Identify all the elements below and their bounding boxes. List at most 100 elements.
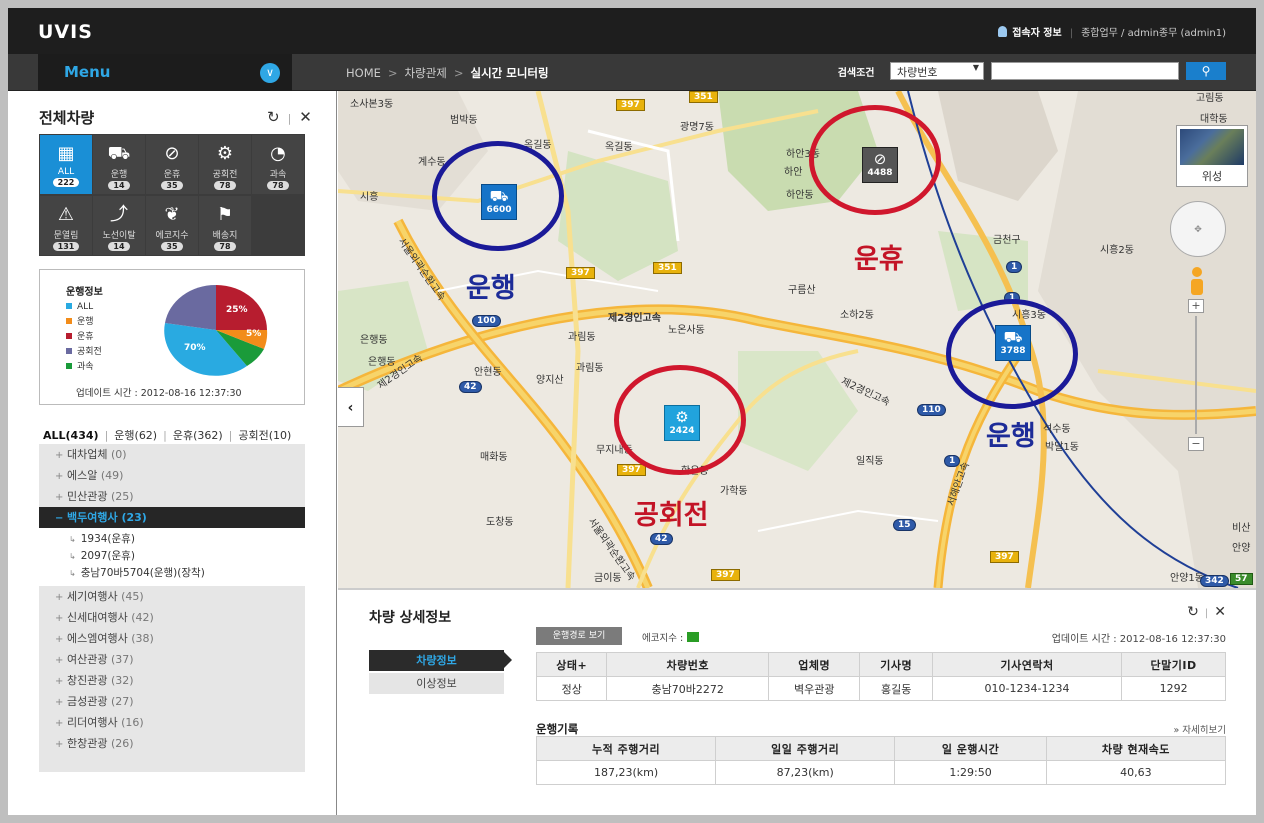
- refresh-icon[interactable]: ↻: [267, 108, 280, 126]
- nav-bar: Menu ∨ HOME > 차량관제 > 실시간 모니터링 검색조건 차량번호 ▼ ⚲: [8, 54, 1256, 91]
- tree-item[interactable]: + 한창관광 (26): [39, 733, 305, 754]
- vehicle-marker[interactable]: ⛟ 3788: [995, 325, 1031, 361]
- close-icon[interactable]: ✕: [299, 108, 312, 126]
- road-number-badge: 397: [711, 569, 740, 581]
- tree-item[interactable]: + 창진관광 (32): [39, 670, 305, 691]
- place-label: 시흥2동: [1100, 245, 1134, 256]
- filter-all[interactable]: ALL(434): [43, 429, 99, 442]
- close-icon[interactable]: ✕: [1214, 604, 1226, 620]
- app-logo[interactable]: UVIS: [38, 21, 93, 43]
- road-number-badge: 42: [459, 381, 482, 393]
- zoom-slider[interactable]: [1195, 316, 1197, 434]
- car-icon: ⛟: [107, 143, 131, 164]
- table-cell: 87,23(km): [715, 760, 896, 785]
- detour-icon: ⤴: [110, 204, 128, 225]
- category-running[interactable]: ⛟ 운행 14: [93, 135, 145, 194]
- vehicle-item[interactable]: ↳ 2097(운휴): [39, 548, 305, 565]
- pie-update-time: 업데이트 시간 : 2012-08-16 12:37:30: [76, 388, 242, 399]
- vehicle-detail-panel: 차량 상세정보 ↻ | ✕ 운행경로 보기 에코지수 : 업데이트 시간 : 201…: [338, 588, 1256, 815]
- column-header[interactable]: 상태+: [535, 652, 608, 677]
- tree-item[interactable]: + 민산관광 (25): [39, 486, 305, 507]
- satellite-thumbnail: [1180, 129, 1244, 165]
- vehicle-marker[interactable]: ⚙ 2424: [664, 405, 700, 441]
- search-input[interactable]: [990, 62, 1179, 80]
- category-door-open[interactable]: ⚠ 문열림 131: [40, 196, 92, 255]
- place-label: 일직동: [856, 456, 884, 467]
- route-view-button[interactable]: 운행경로 보기: [536, 627, 622, 645]
- grid-icon: ▦: [57, 143, 75, 164]
- menu-button[interactable]: Menu ∨: [38, 54, 292, 91]
- tree-item[interactable]: + 여산관광 (37): [39, 649, 305, 670]
- refresh-icon[interactable]: ↻: [1187, 604, 1199, 620]
- more-link[interactable]: » 자세히보기: [1173, 722, 1226, 736]
- tree-item[interactable]: + 세기여행사 (45): [39, 586, 305, 607]
- legend-item: ALL: [66, 300, 102, 315]
- tab-vehicle-info[interactable]: 차량정보: [369, 650, 512, 671]
- place-label: 매화동: [480, 452, 508, 463]
- category-all[interactable]: ▦ ALL 222: [40, 135, 92, 194]
- category-empty-cell: [252, 196, 304, 255]
- pie-label-5: 5%: [246, 329, 261, 339]
- street-view-pegman-icon[interactable]: [1191, 267, 1203, 297]
- vehicle-marker[interactable]: ⊘ 4488: [862, 147, 898, 183]
- vehicle-marker[interactable]: ⛟ 6600: [481, 184, 517, 220]
- filter-idling-engine[interactable]: 공회전(10): [238, 429, 291, 442]
- category-idle[interactable]: ⊘ 운휴 35: [146, 135, 198, 194]
- collapse-sidebar-button[interactable]: ‹: [338, 387, 364, 427]
- status-callout: 운행: [466, 273, 516, 304]
- place-label: 안양1동: [1170, 573, 1204, 584]
- satellite-toggle[interactable]: 위성: [1176, 125, 1248, 187]
- zoom-out-button[interactable]: −: [1188, 437, 1204, 451]
- breadcrumb-section[interactable]: 차량관제: [405, 66, 447, 80]
- table-cell: 벽우관광: [768, 676, 861, 701]
- place-label: 구름산: [788, 285, 816, 296]
- pie-title: 운행정보: [66, 287, 103, 298]
- place-label: 안양: [1232, 543, 1251, 554]
- tree-item[interactable]: + 신세대여행사 (42): [39, 607, 305, 628]
- pan-control[interactable]: ✥: [1170, 201, 1226, 257]
- user-info-link[interactable]: 접속자 정보: [1012, 28, 1061, 39]
- tree-item[interactable]: + 대차업체 (0): [39, 444, 305, 465]
- road-number-badge: 397: [616, 99, 645, 111]
- table-cell: 홍길동: [859, 676, 933, 701]
- place-label: 시흥: [360, 192, 379, 203]
- filter-running[interactable]: 운행(62): [114, 429, 157, 442]
- filter-idle[interactable]: 운휴(362): [173, 429, 223, 442]
- sidebar-title: 전체차량: [39, 109, 95, 127]
- category-delivery[interactable]: ⚑ 배송지 78: [199, 196, 251, 255]
- place-label: 금천구: [993, 235, 1021, 246]
- road-number-badge: 110: [917, 404, 946, 416]
- breadcrumb-home[interactable]: HOME: [346, 66, 381, 80]
- tree-item-expanded[interactable]: − 백두여행사 (23): [39, 507, 305, 528]
- vehicle-item[interactable]: ↳ 1934(운휴): [39, 531, 305, 548]
- category-route-deviation[interactable]: ⤴ 노선이탈 14: [93, 196, 145, 255]
- gear-icon: ⚙: [216, 143, 234, 164]
- breadcrumb: HOME > 차량관제 > 실시간 모니터링: [346, 66, 549, 80]
- column-header: 단말기ID: [1121, 652, 1226, 677]
- flag-icon: ⚑: [216, 204, 234, 225]
- legend-item: 공회전: [66, 345, 102, 360]
- tree-item[interactable]: + 에스알 (49): [39, 465, 305, 486]
- place-label: 안현동: [474, 367, 502, 378]
- category-eco-index[interactable]: ❦ 에코지수 35: [146, 196, 198, 255]
- map-view[interactable]: 소사본3동 범박동 옥길동 광명7동 옥길동 하안3동 하안동 금천구 시흥2동…: [338, 91, 1256, 588]
- category-speeding[interactable]: ◔ 과속 78: [252, 135, 304, 194]
- tab-anomaly-info[interactable]: 이상정보: [369, 673, 504, 694]
- vehicle-item[interactable]: ↳ 충남70바5704(운행)(장착): [39, 565, 305, 582]
- search-button[interactable]: ⚲: [1186, 62, 1226, 80]
- pie-label-70: 70%: [184, 343, 206, 353]
- eco-index: 에코지수 :: [642, 630, 700, 644]
- search-type-select[interactable]: 차량번호 ▼: [890, 62, 984, 80]
- category-idling-engine[interactable]: ⚙ 공회전 78: [199, 135, 251, 194]
- tree-item[interactable]: + 금성관광 (27): [39, 691, 305, 712]
- table-row: 정상 충남70바2272 벽우관광 홍길동 010-1234-1234 1292: [535, 676, 1226, 701]
- search-icon: ⚲: [1201, 64, 1211, 78]
- top-bar: UVIS 접속자 정보 | 종합업무 / admin종무 (admin1): [8, 8, 1256, 54]
- zoom-in-button[interactable]: +: [1188, 299, 1204, 313]
- place-label: 하안동: [786, 190, 814, 201]
- tree-item[interactable]: + 에스엠여행사 (38): [39, 628, 305, 649]
- breadcrumb-current: 실시간 모니터링: [470, 66, 549, 80]
- tree-item[interactable]: + 리더여행사 (16): [39, 712, 305, 733]
- chevron-left-icon: ‹: [347, 400, 354, 416]
- chevron-down-icon: ∨: [260, 63, 280, 83]
